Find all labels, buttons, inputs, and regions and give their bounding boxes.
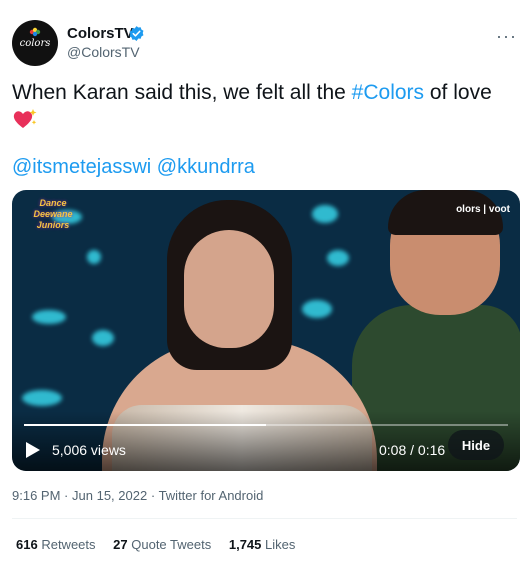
quote-tweets-stat[interactable]: 27 Quote Tweets [113,537,211,552]
mentions: @itsmetejasswi @kkundrra [12,156,255,179]
video-time: 0:08 / 0:16 [379,442,446,458]
video-player[interactable]: Dance Deewane Juniors olors | voot 5,006… [12,190,520,471]
quote-tweets-count: 27 [113,537,128,552]
tweet-time[interactable]: 9:16 PM [12,488,60,503]
video-progress-fill [24,424,266,426]
display-name[interactable]: ColorsTV [67,25,134,42]
colors-logo-icon [29,27,41,37]
divider [12,518,517,519]
user-handle[interactable]: @ColorsTV [67,44,140,60]
hide-button[interactable]: Hide [448,430,504,460]
tweet-text: When Karan said this, we felt all the #C… [12,80,517,106]
avatar[interactable]: colors [12,20,58,66]
play-icon[interactable] [26,442,40,458]
retweets-label: Retweets [41,537,96,552]
mention-link[interactable]: @itsmetejasswi [12,156,151,178]
view-count: 5,006 views [52,442,126,458]
verified-badge-icon [129,26,144,41]
tweet-card: colors ColorsTV @ColorsTV ··· When Karan… [0,0,529,562]
mention-link[interactable]: @kkundrra [157,156,255,178]
tweet-meta: 9:16 PM · Jun 15, 2022 · Twitter for And… [12,488,263,503]
tweet-text-after: of love [424,81,492,104]
likes-label: Likes [265,537,296,552]
video-progress-bar[interactable] [24,424,508,426]
meta-separator: · [150,488,156,503]
video-controls-scrim [12,411,520,471]
tweet-date[interactable]: Jun 15, 2022 [72,488,147,503]
tweet-text-before: When Karan said this, we felt all the [12,81,352,104]
more-options-icon[interactable]: ··· [496,26,517,47]
hashtag-link[interactable]: #Colors [352,81,424,104]
likes-count: 1,745 [228,537,262,552]
show-logo: Dance Deewane Juniors [33,198,73,230]
sparkling-heart-icon [13,109,37,128]
tweet-stats: 616 Retweets 27 Quote Tweets 1,745 Likes [16,537,309,552]
quote-tweets-label: Quote Tweets [131,537,212,552]
retweets-count: 616 [16,537,38,552]
likes-stat[interactable]: 1,745 Likes [229,537,296,552]
meta-separator: · [64,488,69,503]
retweets-stat[interactable]: 616 Retweets [16,537,96,552]
channel-logo: olors | voot [456,204,510,215]
tweet-source[interactable]: Twitter for Android [159,488,264,503]
avatar-logo-text: colors [19,38,51,49]
